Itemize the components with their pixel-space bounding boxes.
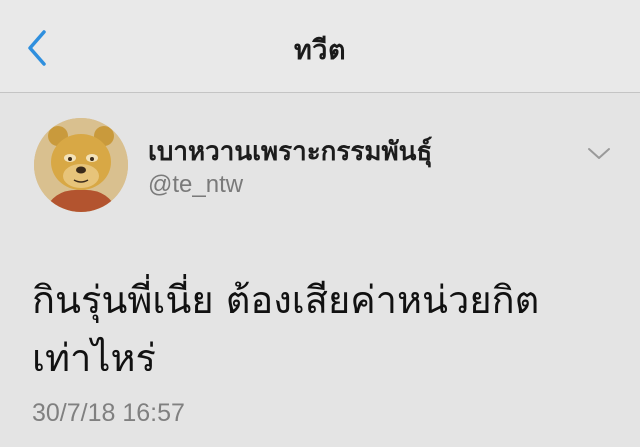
page-title: ทวีต: [294, 35, 346, 66]
tweet-timestamp: 30/7/18 16:57: [32, 399, 185, 427]
tweet-text-line: กินรุ่นพี่เนี่ย ต้องเสียค่าหน่วยกิต: [32, 278, 540, 322]
navigation-bar: ทวีต: [0, 0, 640, 93]
chevron-down-icon: [588, 148, 610, 159]
winnie-the-pooh-avatar-icon: [34, 118, 128, 212]
display-name[interactable]: เบาหวานเพราะกรรมพันธุ์: [148, 131, 432, 172]
avatar[interactable]: [34, 118, 128, 212]
tweet-text-line: เท่าไหร่: [32, 336, 156, 380]
tweet-text: กินรุ่นพี่เนี่ย ต้องเสียค่าหน่วยกิต เท่า…: [32, 271, 622, 387]
tweet-menu-button[interactable]: [584, 143, 614, 163]
user-handle[interactable]: @te_ntw: [148, 171, 243, 199]
tweet-detail: เบาหวานเพราะกรรมพันธุ์ @te_ntw กินรุ่นพี…: [0, 93, 640, 447]
